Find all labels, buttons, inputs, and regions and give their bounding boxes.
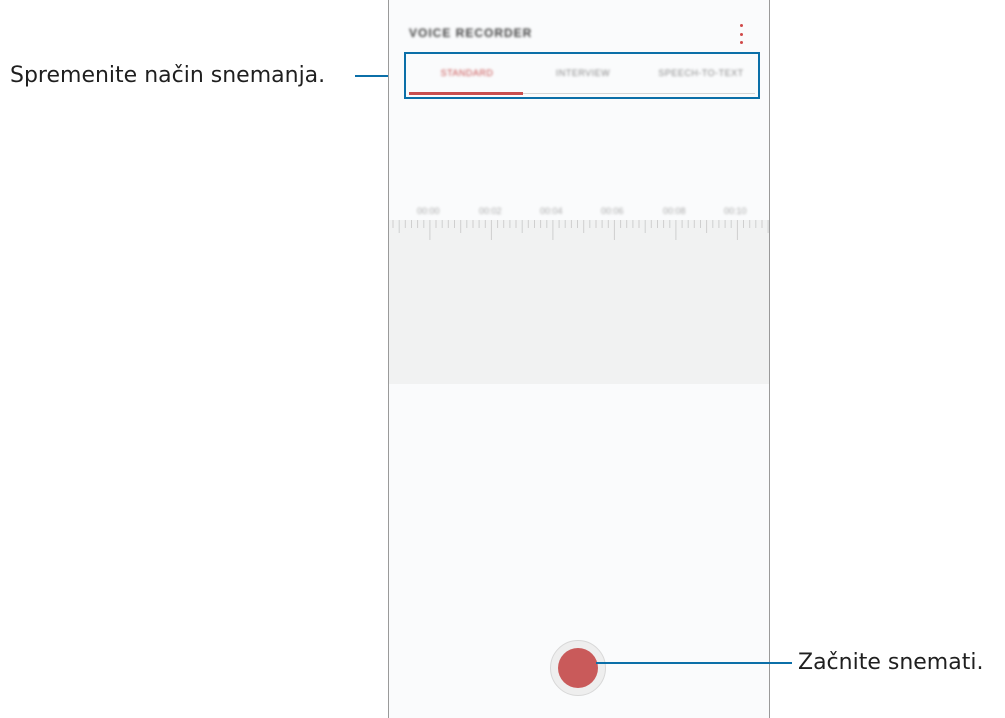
timeline-label: 00:08: [663, 206, 686, 216]
more-options-icon[interactable]: [735, 24, 747, 44]
timeline-labels: 00:00 00:02 00:04 00:06 00:08 00:10: [389, 206, 769, 220]
timeline-label: 00:06: [601, 206, 624, 216]
callout-start-recording: Začnite snemati.: [798, 650, 984, 675]
timeline-label: 00:02: [479, 206, 502, 216]
callout-change-mode: Spremenite način snemanja.: [10, 63, 326, 88]
tab-interview[interactable]: INTERVIEW: [528, 68, 638, 78]
callout-start-recording-line: [596, 662, 792, 664]
record-icon: [558, 648, 598, 688]
recording-mode-tabs: STANDARD INTERVIEW SPEECH-TO-TEXT: [404, 52, 760, 99]
timeline-label: 00:10: [724, 206, 747, 216]
record-button[interactable]: [550, 640, 606, 696]
active-tab-indicator: [409, 92, 523, 95]
timeline-ruler: [392, 220, 769, 240]
timeline-label: 00:00: [417, 206, 440, 216]
phone-screen: VOICE RECORDER STANDARD INTERVIEW SPEECH…: [388, 0, 770, 718]
tab-speech-to-text[interactable]: SPEECH-TO-TEXT: [646, 68, 756, 78]
tab-standard[interactable]: STANDARD: [412, 68, 522, 78]
waveform-area: [389, 220, 769, 384]
timeline-label: 00:04: [540, 206, 563, 216]
app-title: VOICE RECORDER: [409, 26, 533, 40]
